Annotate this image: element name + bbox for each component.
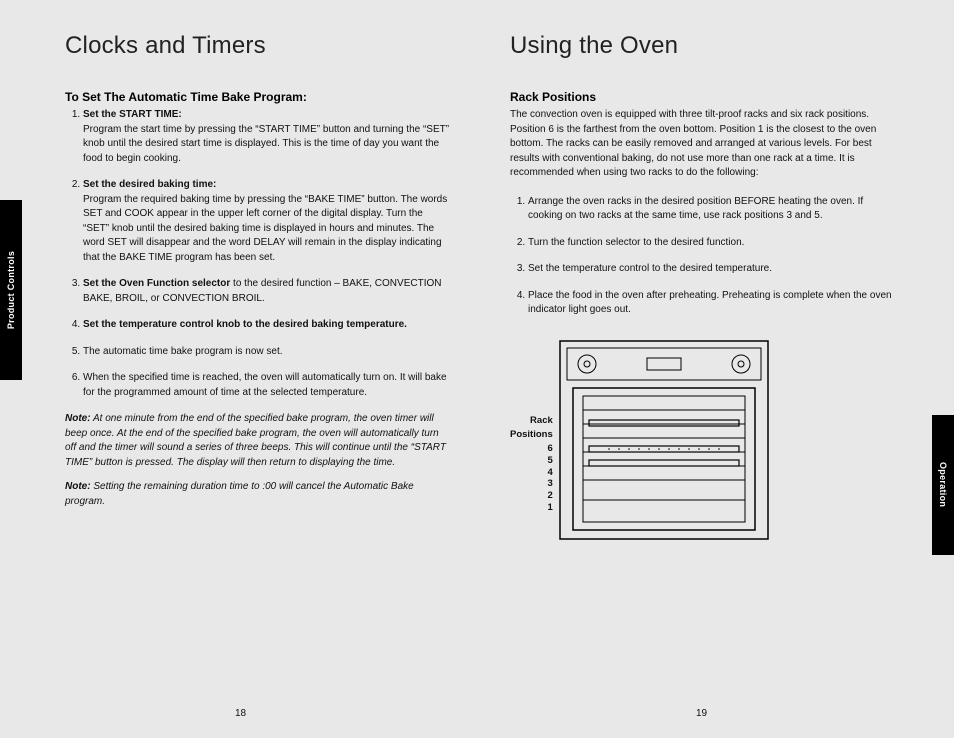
page-number-left: 18 xyxy=(235,708,246,719)
side-tab-product-controls: Product Controls xyxy=(0,200,22,380)
note-label: Note: xyxy=(65,481,91,492)
left-title: Clocks and Timers xyxy=(65,32,450,60)
step-head: Set the START TIME: xyxy=(83,109,182,120)
side-tab-left-label: Product Controls xyxy=(6,251,16,329)
oven-illustration xyxy=(559,340,769,540)
side-tab-operation: Operation xyxy=(932,415,954,555)
left-note-2: Note: Setting the remaining duration tim… xyxy=(65,480,450,509)
step-body: Program the start time by pressing the “… xyxy=(83,123,450,167)
rack-position-labels: Rack Positions 6 5 4 3 2 1 xyxy=(510,365,553,514)
step-head: Set the Oven Function selector xyxy=(83,278,230,289)
rack-label-line1: Rack xyxy=(510,415,553,427)
rack-num-3: 3 xyxy=(510,478,553,490)
note-body: At one minute from the end of the specif… xyxy=(65,413,446,468)
side-tab-right-label: Operation xyxy=(938,462,948,507)
left-step-4: Set the temperature control knob to the … xyxy=(83,318,450,333)
left-steps: Set the START TIME: Program the start ti… xyxy=(65,108,450,400)
right-subtitle: Rack Positions xyxy=(510,90,895,104)
note-label: Note: xyxy=(65,413,91,424)
rack-num-5: 5 xyxy=(510,455,553,467)
left-step-1: Set the START TIME: Program the start ti… xyxy=(83,108,450,166)
page-number-right: 19 xyxy=(696,708,707,719)
right-step-4: Place the food in the oven after preheat… xyxy=(528,289,895,318)
left-step-3: Set the Oven Function selector to the de… xyxy=(83,277,450,306)
rack-num-6: 6 xyxy=(510,443,553,455)
step-plain: Set the temperature control to the desir… xyxy=(528,263,772,274)
right-steps: Arrange the oven racks in the desired po… xyxy=(510,195,895,318)
step-plain: Place the food in the oven after preheat… xyxy=(528,290,892,316)
right-intro: The convection oven is equipped with thr… xyxy=(510,108,895,181)
right-step-3: Set the temperature control to the desir… xyxy=(528,262,895,277)
left-step-6: When the specified time is reached, the … xyxy=(83,371,450,400)
step-head: Set the desired baking time: xyxy=(83,179,216,190)
left-step-5: The automatic time bake program is now s… xyxy=(83,345,450,360)
left-subtitle: To Set The Automatic Time Bake Program: xyxy=(65,90,450,104)
note-body: Setting the remaining duration time to :… xyxy=(65,481,414,507)
step-plain: Turn the function selector to the desire… xyxy=(528,237,744,248)
step-plain: When the specified time is reached, the … xyxy=(83,372,447,398)
rack-num-4: 4 xyxy=(510,467,553,479)
rack-num-1: 1 xyxy=(510,502,553,514)
rack-label-line2: Positions xyxy=(510,429,553,441)
right-step-2: Turn the function selector to the desire… xyxy=(528,236,895,251)
left-note-1: Note: At one minute from the end of the … xyxy=(65,412,450,470)
page-spread: Clocks and Timers To Set The Automatic T… xyxy=(65,32,895,540)
rack-num-2: 2 xyxy=(510,490,553,502)
oven-diagram: Rack Positions 6 5 4 3 2 1 xyxy=(510,340,895,540)
left-step-2: Set the desired baking time: Program the… xyxy=(83,178,450,265)
right-column: Using the Oven Rack Positions The convec… xyxy=(510,32,895,540)
step-head: Set the temperature control knob to the … xyxy=(83,319,407,330)
step-plain: The automatic time bake program is now s… xyxy=(83,346,283,357)
right-step-1: Arrange the oven racks in the desired po… xyxy=(528,195,895,224)
step-plain: Arrange the oven racks in the desired po… xyxy=(528,196,863,222)
step-body: Program the required baking time by pres… xyxy=(83,193,450,266)
left-column: Clocks and Timers To Set The Automatic T… xyxy=(65,32,450,540)
right-title: Using the Oven xyxy=(510,32,895,60)
